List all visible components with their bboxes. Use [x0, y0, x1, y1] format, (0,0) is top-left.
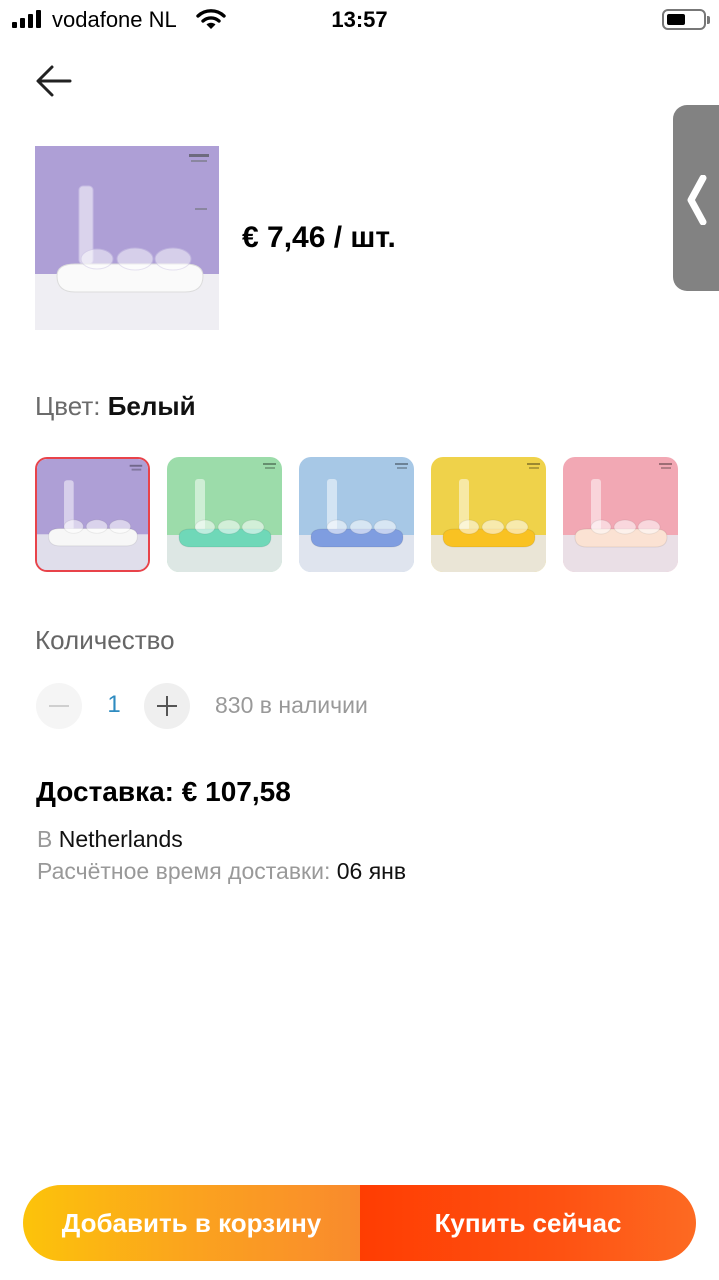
purchase-actions: Добавить в корзину Купить сейчас [23, 1185, 696, 1261]
chevron-left-icon [687, 175, 707, 225]
clock: 13:57 [331, 7, 388, 32]
minus-icon [49, 705, 69, 707]
color-swatches [35, 457, 695, 572]
shipping-destination: В Netherlands [37, 826, 183, 853]
stock-count: 830 в наличии [215, 692, 368, 718]
swatch-image [563, 457, 678, 572]
color-selection-label: Цвет: Белый [35, 391, 196, 422]
quantity-increase-button[interactable] [144, 683, 190, 729]
destination-label: В [37, 826, 59, 852]
swatch-image [37, 459, 148, 570]
estimated-delivery: Расчётное время доставки: 06 янв [37, 858, 406, 885]
back-arrow-icon[interactable] [30, 60, 76, 104]
color-swatch-yellow[interactable] [431, 457, 546, 572]
swatch-image [431, 457, 546, 572]
swatch-image [299, 457, 414, 572]
add-to-cart-button[interactable]: Добавить в корзину [23, 1185, 360, 1261]
product-image [35, 146, 219, 330]
color-swatch-white[interactable] [35, 457, 150, 572]
product-price: € 7,46 / шт. [242, 221, 396, 254]
color-swatch-pink[interactable] [563, 457, 678, 572]
plus-icon [157, 696, 177, 716]
shipping-cost: Доставка: € 107,58 [36, 776, 291, 807]
color-swatch-green[interactable] [167, 457, 282, 572]
swatch-image [167, 457, 282, 572]
destination-country: Netherlands [58, 826, 183, 852]
side-panel-handle[interactable] [673, 105, 719, 291]
battery-icon [662, 9, 710, 30]
quantity-value[interactable]: 1 [94, 691, 134, 719]
selected-color-name: Белый [107, 391, 196, 421]
color-swatch-blue[interactable] [299, 457, 414, 572]
buy-now-button[interactable]: Купить сейчас [360, 1185, 696, 1261]
quantity-decrease-button[interactable] [36, 683, 82, 729]
status-bar: vodafone NL 13:57 [0, 0, 719, 40]
color-label: Цвет: [35, 391, 108, 421]
delivery-date: 06 янв [336, 858, 407, 884]
delivery-time-label: Расчётное время доставки: [37, 858, 337, 884]
quantity-label: Количество [35, 625, 175, 655]
